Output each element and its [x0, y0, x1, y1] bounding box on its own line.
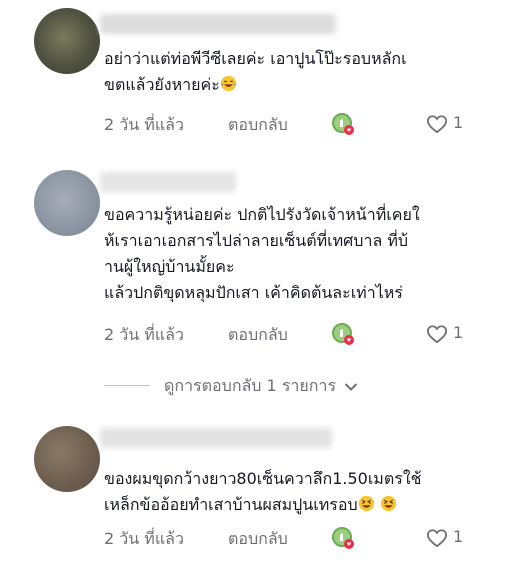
- username-blurred[interactable]: [100, 14, 336, 34]
- laughing-tears-emoji-icon: [220, 75, 236, 92]
- comment-text: ขอความรู้หน่อยค่ะ ปกติไปรังวัดเจ้าหน้าที…: [104, 205, 420, 302]
- comment-date: 2 วัน ที่แล้ว: [104, 529, 184, 548]
- username-blurred[interactable]: [100, 428, 332, 448]
- avatar[interactable]: [34, 170, 100, 236]
- avatar[interactable]: [34, 8, 100, 74]
- view-replies-label: ดูการตอบกลับ 1 รายการ: [164, 376, 337, 395]
- reply-button[interactable]: ตอบกลับ: [228, 527, 288, 552]
- squinting-face-emoji-icon: [380, 495, 396, 512]
- heart-outline-icon[interactable]: [426, 114, 448, 134]
- creator-liked-badge-icon: [332, 527, 354, 549]
- reply-thread-divider: [104, 385, 150, 386]
- view-replies-button[interactable]: ดูการตอบกลับ 1 รายการ: [164, 374, 358, 399]
- creator-liked-badge-icon: [332, 323, 354, 345]
- heart-outline-icon[interactable]: [426, 324, 448, 344]
- like-count: 1: [453, 113, 464, 132]
- comment-text: ของผมขุดกว้างยาว80เซ็นควาลึก1.50เมตรใช้ …: [104, 469, 422, 514]
- avatar[interactable]: [34, 426, 100, 492]
- comment-date: 2 วัน ที่แล้ว: [104, 115, 184, 134]
- like-count: 1: [453, 527, 464, 546]
- chevron-down-icon: [344, 382, 358, 391]
- reply-button[interactable]: ตอบกลับ: [228, 113, 288, 138]
- reply-button[interactable]: ตอบกลับ: [228, 323, 288, 348]
- username-blurred[interactable]: [100, 172, 236, 192]
- like-count: 1: [453, 323, 464, 342]
- comment-date: 2 วัน ที่แล้ว: [104, 325, 184, 344]
- heart-outline-icon[interactable]: [426, 528, 448, 548]
- comment-text: อย่าว่าแต่ท่อพีวีซีเลยค่ะ เอาปูนโป๊ะรอบห…: [104, 49, 407, 94]
- creator-liked-badge-icon: [332, 113, 354, 135]
- squinting-face-emoji-icon: [358, 495, 374, 512]
